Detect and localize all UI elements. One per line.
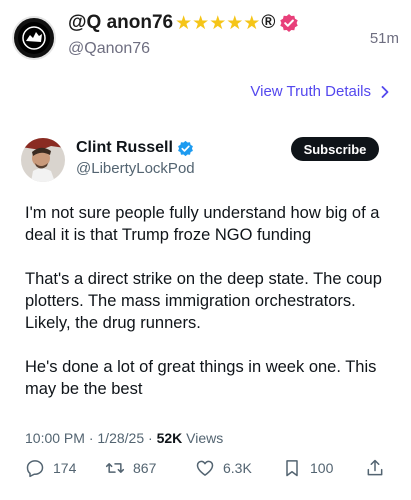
tweet-date[interactable]: 1/28/25 — [97, 430, 144, 446]
verified-badge-icon — [178, 140, 193, 156]
reply-icon — [26, 460, 44, 478]
display-name[interactable]: @Q anon76 — [68, 12, 173, 34]
tweet-author-name[interactable]: Clint Russell — [76, 139, 173, 157]
handle[interactable]: @Qanon76 — [68, 40, 150, 58]
display-name-row: @Q anon76 ★ ★ ★ ★ ★ ® — [68, 12, 299, 34]
tweet-name-row: Clint Russell — [76, 139, 194, 157]
tweet-time[interactable]: 10:00 PM — [25, 430, 85, 446]
avatar[interactable] — [12, 16, 56, 60]
post-header: @Q anon76 ★ ★ ★ ★ ★ ® @Qanon76 51m — [0, 0, 411, 80]
star-icon: ★ — [192, 12, 210, 34]
view-truth-details-link[interactable]: View Truth Details — [250, 83, 391, 100]
post-time: 51m — [369, 30, 399, 47]
star-icon: ★ — [226, 12, 244, 34]
tweet-author-handle[interactable]: @LibertyLockPod — [76, 160, 195, 177]
tweet-meta: 10:00 PM · 1/28/25 · 52K Views — [25, 430, 223, 446]
retweet-button[interactable]: 867 — [105, 458, 156, 478]
reply-count: 174 — [53, 460, 77, 476]
tweet-actions: 174 867 6.3K 100 — [20, 458, 390, 484]
like-button[interactable]: 6.3K — [195, 458, 252, 478]
like-count: 6.3K — [223, 460, 252, 476]
separator-dot: · — [148, 430, 157, 446]
star-icon: ★ — [175, 12, 193, 34]
verified-badge-icon — [280, 14, 299, 32]
registered-mark: ® — [261, 12, 276, 33]
views-count: 52K — [156, 430, 183, 446]
heart-icon — [196, 460, 214, 476]
bookmark-button[interactable]: 100 — [282, 458, 333, 478]
share-button[interactable] — [365, 458, 385, 478]
star-icon: ★ — [209, 12, 227, 34]
retweet-icon — [105, 463, 125, 473]
chevron-right-icon — [381, 85, 389, 98]
q-anon-logo-icon — [18, 22, 50, 54]
bookmark-icon — [286, 460, 298, 477]
star-icon: ★ — [243, 12, 261, 34]
tweet-paragraph: He's done a lot of great things in week … — [25, 358, 377, 398]
tweet-avatar[interactable] — [21, 138, 65, 182]
tweet-text: I'm not sure people fully understand how… — [25, 202, 395, 400]
bookmark-count: 100 — [310, 460, 334, 476]
retweet-count: 867 — [133, 460, 157, 476]
share-icon — [367, 459, 383, 476]
reply-button[interactable]: 174 — [25, 458, 76, 478]
tweet-paragraph: That's a direct strike on the deep state… — [25, 270, 382, 332]
profile-photo-icon — [21, 138, 65, 182]
tweet-paragraph: I'm not sure people fully understand how… — [25, 204, 380, 244]
views-label: Views — [186, 430, 224, 446]
view-truth-details-label: View Truth Details — [250, 83, 371, 100]
subscribe-button[interactable]: Subscribe — [291, 137, 379, 161]
star-badges: ★ ★ ★ ★ ★ — [175, 14, 260, 33]
